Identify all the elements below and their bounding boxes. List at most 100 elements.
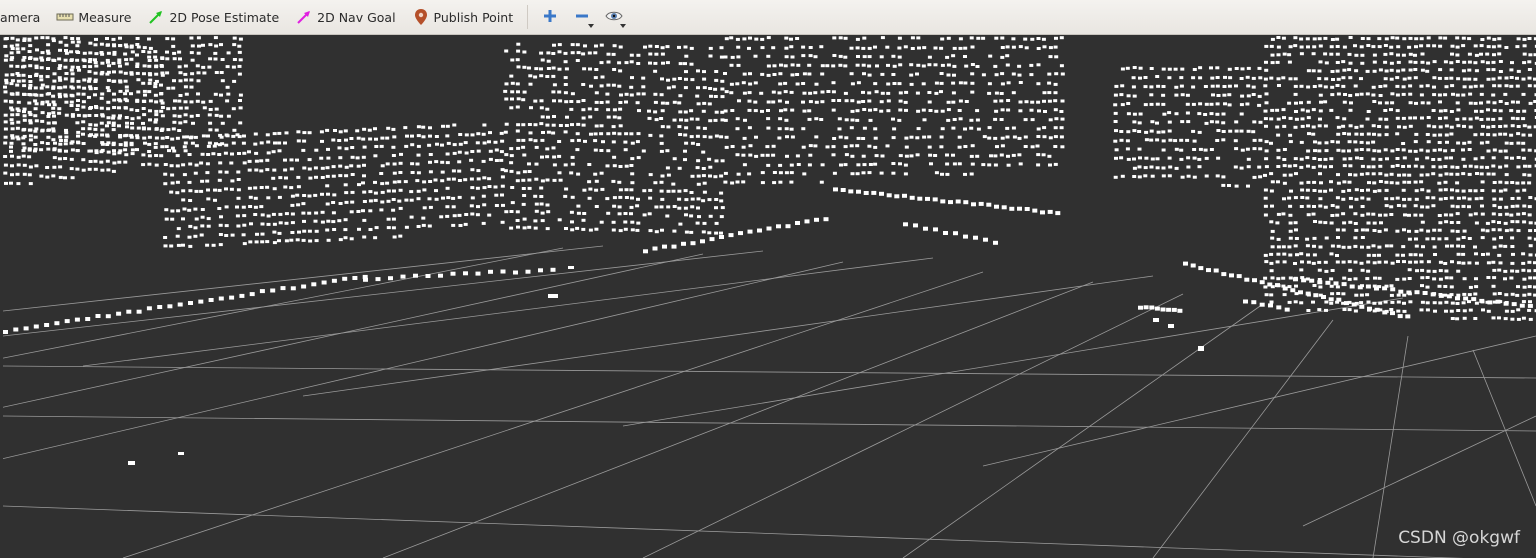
point xyxy=(147,64,152,68)
point xyxy=(195,99,200,103)
point xyxy=(1497,44,1502,48)
point xyxy=(660,125,665,129)
point xyxy=(1511,252,1515,256)
chevron-down-icon[interactable] xyxy=(620,24,627,28)
point xyxy=(927,135,932,139)
point xyxy=(516,146,521,150)
point xyxy=(1444,172,1449,176)
camera-tool-button[interactable]: amera xyxy=(0,0,50,34)
point xyxy=(1288,236,1293,240)
point xyxy=(1467,68,1472,72)
point xyxy=(1474,261,1479,265)
point xyxy=(624,100,628,104)
point xyxy=(1243,299,1248,304)
point xyxy=(1419,180,1424,184)
point xyxy=(1342,308,1347,311)
point xyxy=(425,274,431,278)
point xyxy=(1325,280,1331,285)
point xyxy=(1527,205,1532,209)
point xyxy=(81,105,86,109)
point xyxy=(570,155,575,159)
point xyxy=(838,63,843,67)
point xyxy=(1395,157,1400,160)
point xyxy=(1360,228,1365,232)
point xyxy=(15,64,20,68)
point xyxy=(1317,77,1322,81)
view-button[interactable] xyxy=(598,0,630,34)
point xyxy=(241,233,246,237)
point xyxy=(969,36,974,40)
point xyxy=(1378,85,1383,88)
point xyxy=(1443,262,1448,265)
point xyxy=(470,150,475,153)
point xyxy=(850,82,855,86)
point xyxy=(232,58,237,61)
point xyxy=(1443,149,1448,153)
point xyxy=(789,180,794,184)
point xyxy=(238,99,242,102)
point xyxy=(1245,147,1250,151)
point xyxy=(1366,300,1371,304)
point xyxy=(1191,76,1196,80)
point xyxy=(1516,125,1521,128)
nav-goal-tool-button[interactable]: 2D Nav Goal xyxy=(289,0,405,34)
chevron-down-icon[interactable] xyxy=(588,24,595,28)
point xyxy=(141,81,146,85)
point xyxy=(153,145,158,149)
point xyxy=(1293,125,1298,129)
point xyxy=(575,226,580,230)
point xyxy=(539,186,544,190)
point xyxy=(494,148,499,152)
point xyxy=(1311,125,1316,129)
point xyxy=(605,100,610,104)
point xyxy=(1137,165,1142,169)
point xyxy=(563,163,568,167)
point xyxy=(1221,121,1226,125)
point xyxy=(760,153,765,157)
point xyxy=(206,197,211,201)
point xyxy=(683,149,687,153)
point xyxy=(1414,132,1419,136)
point xyxy=(1114,156,1118,160)
point xyxy=(1323,260,1328,264)
point xyxy=(28,138,33,142)
point xyxy=(201,100,206,104)
point xyxy=(1287,300,1292,304)
3d-viewport[interactable] xyxy=(3,36,1536,558)
point xyxy=(3,171,8,175)
point xyxy=(736,45,741,49)
remove-tool-button[interactable] xyxy=(566,0,598,34)
point xyxy=(766,73,771,77)
point xyxy=(1215,102,1220,106)
point xyxy=(1438,36,1443,40)
point xyxy=(1401,116,1406,120)
point xyxy=(1348,164,1353,168)
measure-tool-button[interactable]: Measure xyxy=(50,0,141,34)
add-tool-button[interactable] xyxy=(534,0,566,34)
point xyxy=(588,187,593,191)
point xyxy=(208,121,213,125)
point xyxy=(1527,68,1532,71)
point xyxy=(398,206,403,210)
point xyxy=(112,44,117,48)
point xyxy=(873,162,878,166)
point xyxy=(1372,261,1377,265)
point xyxy=(714,70,719,73)
point xyxy=(1449,125,1454,129)
point xyxy=(33,143,38,146)
point xyxy=(1258,120,1263,124)
point xyxy=(1389,284,1394,288)
point xyxy=(1263,109,1268,113)
point xyxy=(1503,277,1507,281)
pose-estimate-tool-button[interactable]: 2D Pose Estimate xyxy=(141,0,289,34)
point xyxy=(660,197,665,201)
point xyxy=(1497,76,1502,80)
point xyxy=(1498,197,1503,201)
point xyxy=(1456,261,1461,265)
point xyxy=(587,180,592,184)
point xyxy=(753,109,758,113)
publish-point-tool-button[interactable]: Publish Point xyxy=(406,0,524,34)
point xyxy=(636,221,641,225)
point xyxy=(1257,165,1262,169)
grid-line xyxy=(382,281,1094,558)
